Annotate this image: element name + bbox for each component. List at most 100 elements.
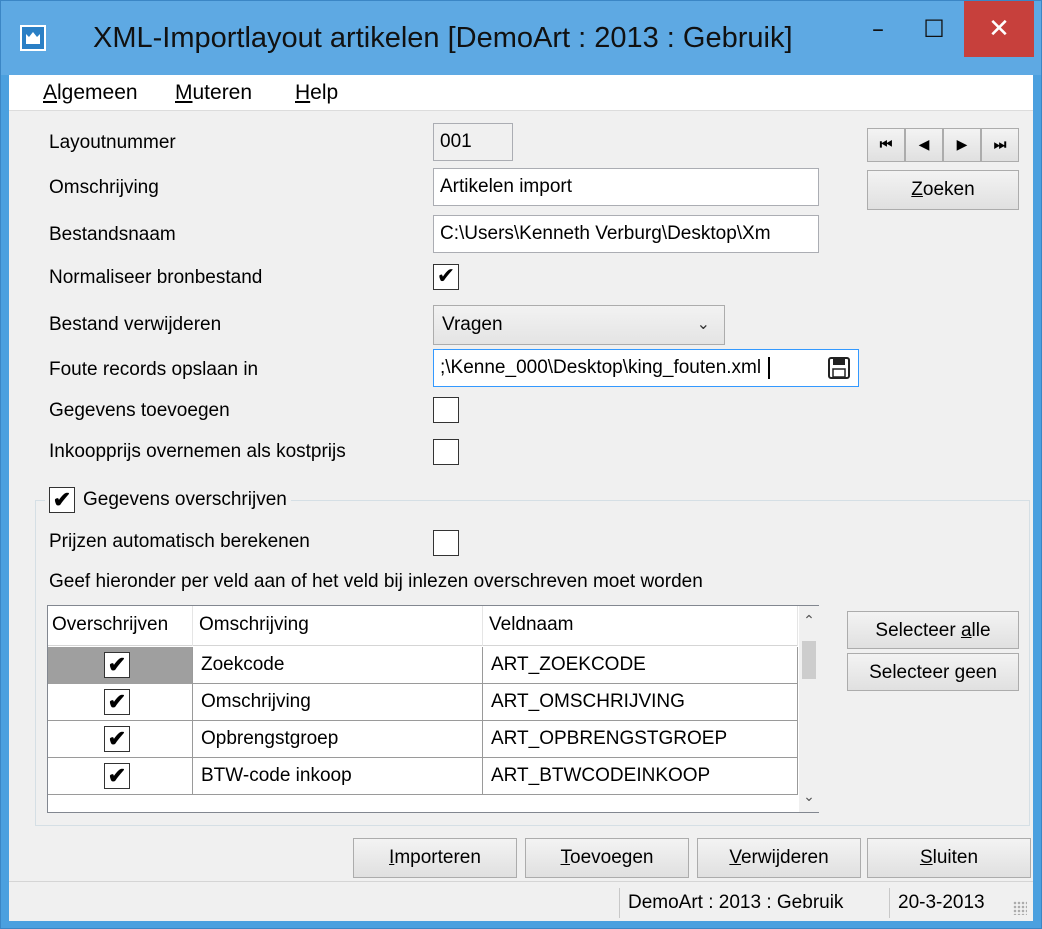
- foute-records-label: Foute records opslaan in: [49, 359, 259, 380]
- verwijderen-label: Bestand verwijderen: [49, 314, 222, 335]
- veldnaam-cell[interactable]: ART_BTWCODEINKOOP: [483, 758, 798, 795]
- table-row[interactable]: ✔ BTW-code inkoop ART_BTWCODEINKOOP: [48, 758, 798, 795]
- column-header-veldnaam[interactable]: Veldnaam: [483, 606, 798, 646]
- window-title: XML-Importlayout artikelen [DemoArt : 20…: [93, 22, 793, 54]
- inkoopprijs-checkbox[interactable]: [433, 439, 459, 465]
- toevoegen-label: Gegevens toevoegen: [49, 400, 230, 421]
- select-none-label-post: een: [965, 662, 997, 683]
- select-all-label-post: lle: [971, 620, 991, 641]
- last-record-button[interactable]: ⏭: [981, 128, 1019, 162]
- veldnaam-cell[interactable]: ART_OMSCHRIJVING: [483, 684, 798, 721]
- select-none-button[interactable]: Selecteer geen: [847, 653, 1019, 691]
- prijzen-label: Prijzen automatisch berekenen: [49, 531, 310, 552]
- table-row[interactable]: ✔ Zoekcode ART_ZOEKCODE: [48, 647, 798, 684]
- row-checkbox[interactable]: ✔: [104, 726, 130, 752]
- select-all-label-pre: Selecteer: [875, 620, 961, 641]
- table-scrollbar[interactable]: ⌃ ⌄: [799, 606, 819, 812]
- prev-record-button[interactable]: ◀: [905, 128, 943, 162]
- next-record-button[interactable]: ▶: [943, 128, 981, 162]
- menu-algemeen-accel: A: [43, 81, 58, 104]
- row-checkbox[interactable]: ✔: [104, 763, 130, 789]
- veldnaam-cell[interactable]: ART_OPBRENGSTGROEP: [483, 721, 798, 758]
- bestandsnaam-label: Bestandsnaam: [49, 224, 176, 245]
- bestandsnaam-field[interactable]: C:\Users\Kenneth Verburg\Desktop\Xm: [433, 215, 819, 253]
- select-all-button[interactable]: Selecteer alle: [847, 611, 1019, 649]
- menu-help-accel: H: [295, 81, 311, 104]
- title-bar[interactable]: XML-Importlayout artikelen [DemoArt : 20…: [1, 1, 1041, 75]
- menu-bar: Algemeen Muteren Help: [9, 75, 1033, 111]
- omschrijving-cell[interactable]: Omschrijving: [193, 684, 483, 721]
- omschrijving-field[interactable]: Artikelen import: [433, 168, 819, 206]
- normaliseer-label: Normaliseer bronbestand: [49, 267, 263, 288]
- verwijderen-value: Vragen: [442, 314, 503, 335]
- first-record-button[interactable]: ⏮: [867, 128, 905, 162]
- chevron-down-icon: ⌄: [696, 316, 710, 333]
- row-selector-cell[interactable]: ✔: [48, 684, 193, 721]
- dialog-client: Algemeen Muteren Help ⏮ ◀ ▶ ⏭ Zoeken Lay…: [9, 75, 1033, 921]
- layoutnummer-label: Layoutnummer: [49, 132, 176, 153]
- prijzen-checkbox[interactable]: [433, 530, 459, 556]
- column-header-overschrijven[interactable]: Overschrijven: [48, 606, 193, 646]
- verwijderen-button[interactable]: Verwijderen: [697, 838, 861, 878]
- fields-table: Overschrijven Omschrijving Veldnaam ✔ Zo…: [47, 605, 819, 813]
- layoutnummer-field[interactable]: 001: [433, 123, 513, 161]
- importeren-label: mporteren: [394, 847, 481, 868]
- veldnaam-cell[interactable]: ART_ZOEKCODE: [483, 647, 798, 684]
- select-all-accel: a: [960, 620, 972, 641]
- app-icon[interactable]: [20, 25, 46, 51]
- text-cursor: [768, 356, 771, 379]
- omschrijving-cell[interactable]: Zoekcode: [193, 647, 483, 684]
- normaliseer-checkbox[interactable]: ✔: [433, 264, 459, 290]
- select-none-label-pre: Selecteer: [869, 662, 955, 683]
- row-selector-cell[interactable]: ✔: [48, 721, 193, 758]
- verwijderen-select[interactable]: Vragen ⌄: [433, 305, 725, 345]
- omschrijving-cell[interactable]: Opbrengstgroep: [193, 721, 483, 758]
- overschrijven-legend[interactable]: ✔ Gegevens overschrijven: [45, 485, 291, 515]
- sluiten-button[interactable]: Sluiten: [867, 838, 1031, 878]
- toevoegen-button[interactable]: Toevoegen: [525, 838, 689, 878]
- table-row[interactable]: ✔ Opbrengstgroep ART_OPBRENGSTGROEP: [48, 721, 798, 758]
- menu-algemeen[interactable]: Algemeen: [43, 79, 138, 107]
- row-selector-cell[interactable]: ✔: [48, 758, 193, 795]
- foute-records-value: ;\Kenne_000\Desktop\king_fouten.xml: [440, 357, 762, 378]
- zoeken-accel: Z: [911, 179, 923, 200]
- scroll-down-icon[interactable]: ⌄: [799, 782, 819, 812]
- menu-muteren[interactable]: Muteren: [175, 79, 252, 107]
- foute-records-field[interactable]: ;\Kenne_000\Desktop\king_fouten.xml: [433, 349, 859, 387]
- zoeken-button[interactable]: Zoeken: [867, 170, 1019, 210]
- table-header: Overschrijven Omschrijving Veldnaam: [48, 606, 798, 646]
- omschrijving-label: Omschrijving: [49, 177, 159, 198]
- row-checkbox[interactable]: ✔: [104, 652, 130, 678]
- maximize-button[interactable]: ☐: [905, 1, 963, 57]
- overschrijven-checkbox[interactable]: ✔: [49, 487, 75, 513]
- row-checkbox[interactable]: ✔: [104, 689, 130, 715]
- status-administration: DemoArt : 2013 : Gebruik: [619, 888, 851, 918]
- resize-grip-icon[interactable]: [1013, 901, 1027, 915]
- inkoopprijs-label: Inkoopprijs overnemen als kostprijs: [49, 441, 346, 462]
- minimize-button[interactable]: –: [849, 1, 907, 57]
- select-none-accel: g: [954, 662, 966, 683]
- toevoegen-accel: T: [560, 847, 571, 868]
- menu-help-label: elp: [310, 81, 339, 104]
- close-button[interactable]: ✕: [964, 1, 1034, 57]
- omschrijving-cell[interactable]: BTW-code inkoop: [193, 758, 483, 795]
- status-date: 20-3-2013: [889, 888, 993, 918]
- toevoegen-checkbox[interactable]: [433, 397, 459, 423]
- zoeken-label: oeken: [922, 179, 975, 200]
- row-selector-cell[interactable]: ✔: [48, 647, 193, 684]
- importeren-button[interactable]: Importeren: [353, 838, 517, 878]
- menu-help[interactable]: Help: [295, 79, 338, 107]
- verwijderen-label-btn: erwijderen: [740, 847, 829, 868]
- menu-muteren-accel: M: [175, 81, 193, 104]
- scroll-up-icon[interactable]: ⌃: [799, 606, 819, 636]
- scroll-thumb[interactable]: [802, 641, 816, 679]
- menu-algemeen-label: lgemeen: [57, 81, 138, 104]
- toevoegen-label-btn: oevoegen: [570, 847, 654, 868]
- column-header-omschrijving[interactable]: Omschrijving: [193, 606, 483, 646]
- table-row[interactable]: ✔ Omschrijving ART_OMSCHRIJVING: [48, 684, 798, 721]
- overschrijven-legend-label: Gegevens overschrijven: [83, 489, 287, 510]
- save-icon[interactable]: [827, 356, 851, 380]
- sluiten-accel: S: [919, 847, 933, 868]
- sluiten-label: luiten: [932, 847, 979, 868]
- verwijderen-accel: V: [729, 847, 741, 868]
